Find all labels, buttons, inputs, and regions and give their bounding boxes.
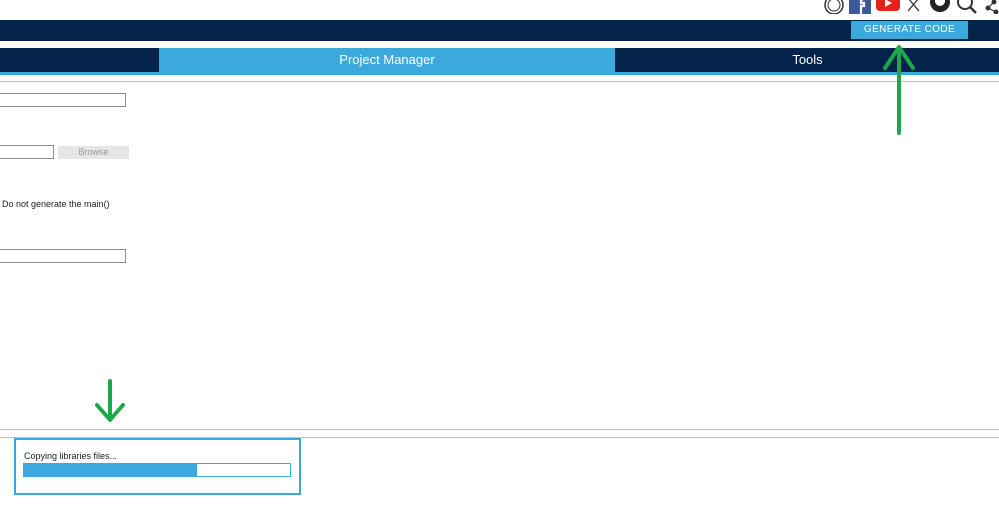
do-not-generate-main-label: Do not generate the main() — [2, 199, 110, 209]
header-bar — [0, 20, 999, 41]
progress-label: Copying libraries files... — [24, 451, 118, 461]
arrow-up-annotation-icon — [883, 45, 915, 135]
progress-dialog: Copying libraries files... — [14, 438, 301, 495]
project-name-field[interactable] — [0, 93, 126, 107]
progress-bar — [23, 463, 291, 477]
github-icon[interactable] — [929, 0, 951, 14]
search-icon[interactable] — [956, 0, 978, 14]
bottom-divider-upper — [0, 429, 999, 430]
social-icons-row — [818, 0, 999, 16]
arrow-down-annotation-icon — [95, 379, 125, 422]
x-icon[interactable] — [907, 0, 921, 14]
project-location-field[interactable] — [0, 145, 54, 159]
content-top-divider — [0, 81, 999, 82]
youtube-icon[interactable] — [876, 0, 900, 14]
facebook-icon[interactable] — [849, 0, 871, 14]
toolchain-field[interactable] — [0, 249, 126, 263]
tab-underline — [0, 72, 999, 75]
browse-button[interactable]: Browse — [58, 146, 129, 159]
share-icon[interactable] — [984, 0, 999, 14]
tab-project-manager[interactable]: Project Manager — [159, 48, 615, 72]
tab-tools[interactable]: Tools — [616, 48, 999, 72]
generate-code-button[interactable]: GENERATE CODE — [851, 21, 968, 39]
st-logo-icon[interactable] — [822, 0, 846, 14]
tab-left[interactable] — [0, 48, 158, 72]
progress-bar-fill — [24, 464, 197, 476]
